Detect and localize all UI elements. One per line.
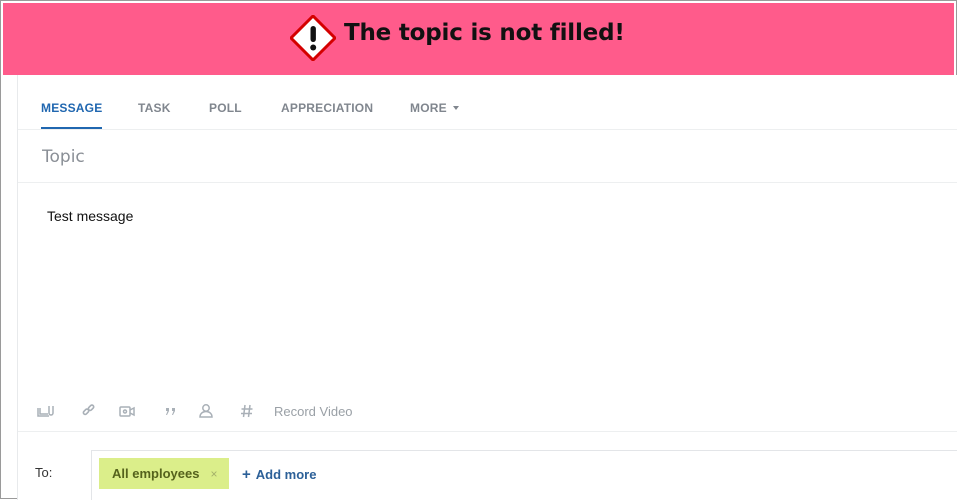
attach-file-icon[interactable] bbox=[35, 401, 55, 421]
tab-message[interactable]: MESSAGE bbox=[41, 101, 103, 129]
add-more-button[interactable]: + Add more bbox=[242, 466, 316, 483]
tab-appreciation[interactable]: APPRECIATION bbox=[281, 101, 373, 115]
recipient-chip[interactable]: All employees × bbox=[99, 458, 230, 489]
add-more-label: Add more bbox=[255, 467, 317, 482]
link-icon[interactable] bbox=[79, 401, 99, 421]
message-editor[interactable]: Test message bbox=[47, 208, 927, 224]
tab-poll[interactable]: POLL bbox=[209, 101, 242, 115]
editor-toolbar: Record Video bbox=[18, 397, 957, 432]
error-banner: The topic is not filled! bbox=[3, 3, 954, 75]
tab-task[interactable]: TASK bbox=[138, 101, 171, 115]
window-frame: The topic is not filled! MESSAGE TASK PO… bbox=[0, 0, 957, 500]
tab-more[interactable]: MORE bbox=[410, 101, 459, 115]
recipients-row: To: All employees × + Add more bbox=[18, 432, 957, 500]
post-composer: MESSAGE TASK POLL APPRECIATION MORE Test… bbox=[17, 75, 957, 500]
warning-diamond-icon bbox=[288, 13, 338, 63]
record-video-button[interactable]: Record Video bbox=[274, 404, 353, 419]
message-text: Test message bbox=[47, 208, 134, 224]
topic-input[interactable] bbox=[40, 142, 924, 172]
remove-recipient-icon[interactable]: × bbox=[210, 467, 217, 481]
composer-tabs: MESSAGE TASK POLL APPRECIATION MORE bbox=[18, 75, 957, 130]
topic-row bbox=[18, 130, 957, 183]
recipients-field[interactable]: All employees × + Add more bbox=[91, 450, 957, 500]
video-icon[interactable] bbox=[117, 401, 137, 421]
mention-icon[interactable] bbox=[196, 401, 216, 421]
chevron-down-icon bbox=[452, 105, 459, 110]
error-message: The topic is not filled! bbox=[344, 20, 625, 46]
plus-icon: + bbox=[242, 466, 251, 483]
tab-more-label: MORE bbox=[410, 101, 447, 115]
to-label: To: bbox=[35, 465, 53, 480]
recipient-chip-label: All employees bbox=[112, 466, 200, 481]
quote-icon[interactable] bbox=[161, 401, 181, 421]
hashtag-icon[interactable] bbox=[237, 401, 257, 421]
